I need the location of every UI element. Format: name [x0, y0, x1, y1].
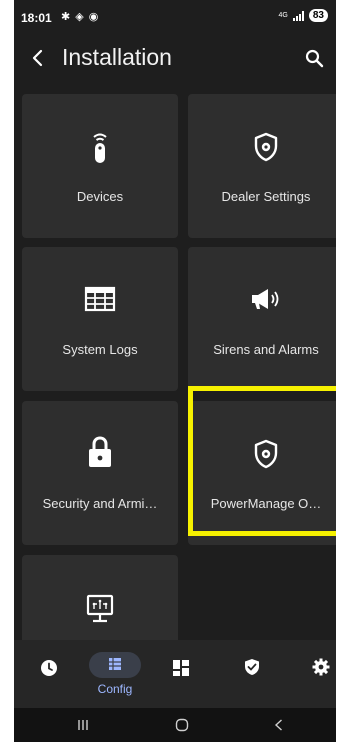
- tile-security-and-arming[interactable]: Security and Armi…: [22, 401, 178, 545]
- shield-gear-icon: [254, 132, 278, 162]
- tile-system-logs[interactable]: System Logs: [22, 247, 178, 391]
- back-arrow-icon[interactable]: [28, 47, 48, 69]
- tile-label: PowerManage O…: [210, 496, 322, 511]
- tile-label: Dealer Settings: [221, 189, 311, 204]
- gear-icon: [312, 658, 330, 676]
- battery-indicator: 83: [308, 9, 328, 22]
- remote-icon: [93, 133, 107, 163]
- nav-config-label: Config: [97, 682, 133, 696]
- network-type: 4G: [278, 12, 288, 19]
- bottom-nav: Config: [14, 640, 336, 708]
- status-time: 18:01: [21, 11, 52, 25]
- back-icon[interactable]: [272, 718, 286, 732]
- system-nav-bar: [14, 708, 336, 742]
- tile-network[interactable]: [22, 555, 178, 640]
- nav-settings[interactable]: [294, 640, 336, 708]
- config-icon: [109, 658, 121, 670]
- shield-check-icon: [245, 659, 259, 675]
- status-bar: 18:01 ✱ ◈ ◉ 4G 83: [14, 0, 336, 36]
- app-header: Installation: [14, 38, 336, 78]
- tile-sirens-and-alarms[interactable]: Sirens and Alarms: [188, 247, 336, 391]
- tile-devices[interactable]: Devices: [22, 94, 178, 238]
- nav-config[interactable]: Config: [14, 640, 154, 708]
- page-title: Installation: [62, 44, 172, 70]
- search-icon[interactable]: [304, 47, 324, 69]
- tile-label: System Logs: [62, 342, 138, 357]
- app-screen: 18:01 ✱ ◈ ◉ 4G 83 Installation Devices D…: [14, 0, 336, 742]
- tile-powermanage[interactable]: PowerManage O…: [188, 401, 336, 545]
- dashboard-icon: [173, 660, 189, 676]
- megaphone-icon: [252, 289, 279, 309]
- recent-apps-icon[interactable]: [76, 718, 90, 732]
- nav-security[interactable]: [224, 640, 274, 708]
- table-icon: [84, 286, 116, 312]
- monitor-network-icon: [86, 594, 114, 623]
- lock-icon: [89, 436, 111, 467]
- tile-dealer-settings[interactable]: Dealer Settings: [188, 94, 336, 238]
- nav-dashboard[interactable]: [154, 640, 204, 708]
- home-icon[interactable]: [175, 718, 189, 732]
- status-right: 4G 83: [279, 9, 328, 22]
- notification-icons: ✱ ◈ ◉: [61, 11, 100, 23]
- tile-label: Sirens and Alarms: [213, 342, 319, 357]
- installation-grid: Devices Dealer Settings System Logs Sire…: [14, 94, 336, 640]
- tile-label: Devices: [76, 189, 124, 204]
- shield-gear-icon: [254, 439, 278, 469]
- tile-label: Security and Armi…: [42, 496, 158, 511]
- signal-icon: [292, 10, 304, 21]
